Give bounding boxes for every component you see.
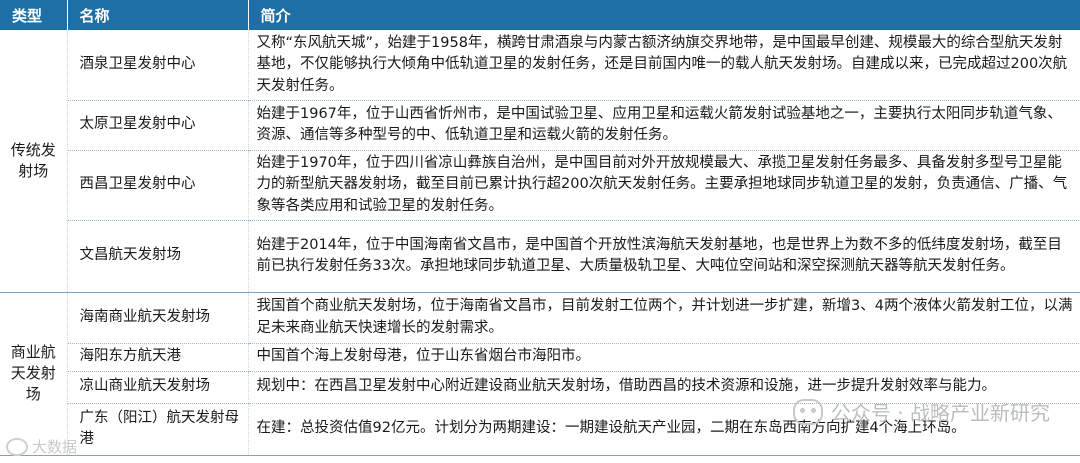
site-description: 又称“东风航天城”，始建于1958年，横跨甘肃酒泉与内蒙古额济纳旗交界地带，是中…	[248, 30, 1080, 101]
table-row: 太原卫星发射中心 始建于1967年，位于山西省忻州市，是中国试验卫星、应用卫星和…	[0, 100, 1080, 151]
watermark-text: 公众号 · 战略产业新研究	[830, 401, 1050, 425]
site-name: 海阳东方航天港	[67, 343, 249, 372]
table-row: 传统发射场 酒泉卫星发射中心 又称“东风航天城”，始建于1958年，横跨甘肃酒泉…	[0, 30, 1080, 293]
table-row: 海阳东方航天港 中国首个海上发射母港，位于山东省烟台市海阳市。	[0, 343, 1080, 372]
table-row: 文昌航天发射场 始建于2014年，位于中国海南省文昌市，是中国首个开放性滨海航天…	[0, 220, 1080, 293]
corner-watermark: 大数据	[6, 436, 77, 457]
site-name: 海南商业航天发射场	[67, 292, 249, 344]
site-name: 文昌航天发射场	[67, 220, 249, 293]
site-description: 始建于1970年，位于四川省凉山彝族自治州，是中国目前对外开放规模最大、承揽卫星…	[248, 150, 1080, 221]
launch-sites-table: 类型 名称 简介 传统发射场 酒泉卫星发射中心 又称“东风航天城”，始建于195…	[0, 0, 1080, 456]
site-description: 始建于1967年，位于山西省忻州市，是中国试验卫星、应用卫星和运载火箭发射试验基…	[248, 100, 1080, 151]
site-name: 广东（阳江）航天发射母港	[67, 403, 249, 456]
header-desc: 简介	[248, 0, 1080, 30]
weibo-icon	[6, 437, 28, 456]
header-row: 类型 名称 简介	[0, 0, 1080, 30]
category-commercial: 商业航天发射场	[0, 292, 68, 456]
header-type: 类型	[0, 0, 68, 30]
table-row: 商业航天发射场 海南商业航天发射场 我国首个商业航天发射场，位于海南省文昌市，目…	[0, 292, 1080, 456]
header-name: 名称	[67, 0, 249, 30]
site-description: 我国首个商业航天发射场，位于海南省文昌市，目前发射工位两个，并计划进一步扩建，新…	[248, 292, 1080, 344]
site-name: 酒泉卫星发射中心	[67, 30, 249, 101]
site-name: 西昌卫星发射中心	[67, 150, 249, 221]
site-name: 凉山商业航天发射场	[67, 371, 249, 404]
corner-watermark-text: 大数据	[32, 438, 78, 456]
site-name: 太原卫星发射中心	[67, 100, 249, 151]
site-description: 中国首个海上发射母港，位于山东省烟台市海阳市。	[248, 343, 1080, 372]
wechat-watermark: 公众号 · 战略产业新研究	[792, 397, 1050, 426]
site-description: 始建于2014年，位于中国海南省文昌市，是中国首个开放性滨海航天发射基地，也是世…	[248, 220, 1080, 293]
wechat-icon	[792, 398, 823, 425]
category-traditional: 传统发射场	[0, 30, 68, 293]
table-row: 西昌卫星发射中心 始建于1970年，位于四川省凉山彝族自治州，是中国目前对外开放…	[0, 150, 1080, 221]
